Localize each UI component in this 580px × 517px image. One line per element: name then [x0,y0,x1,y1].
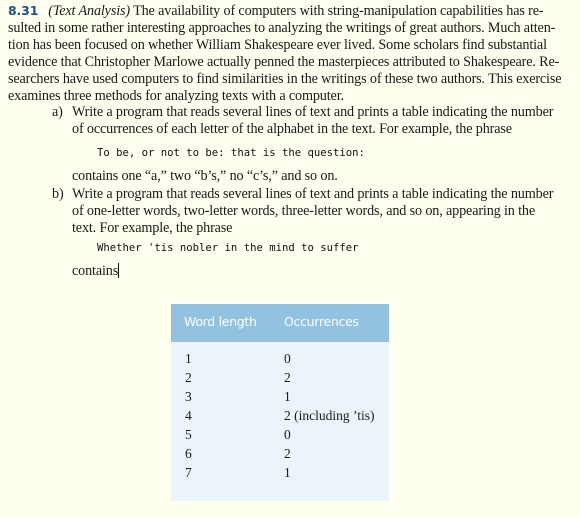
part-a-line: Write a program that reads several lines… [72,104,554,120]
cell-word-length: 1 [185,351,192,366]
intro-line: evidence that Christopher Marlowe actual… [8,54,560,70]
part-b-line: of one-letter words, two-letter words, t… [72,203,536,219]
part-b-line: Write a program that reads several lines… [72,186,554,202]
cell-occurrences: 2 (including ’tis) [284,408,375,423]
cell-occurrences: 0 [284,351,291,366]
cell-occurrences: 1 [284,389,291,404]
cell-occurrences: 0 [284,427,291,442]
exercise-title: (Text Analysis) [48,3,130,19]
table-row: 4 2 (including ’tis) [171,408,389,427]
header-word-length: Word length [184,314,257,329]
word-length-table: Word length Occurrences 1 0 2 2 3 1 4 2 … [171,304,389,501]
intro-line: tion has been focused on whether William… [8,37,547,53]
part-a-after-text: contains one “a,” two “b’s,” no “c’s,” a… [72,168,338,184]
cell-word-length: 7 [185,465,192,480]
exercise-intro: 8.31 (Text Analysis) The availability of … [8,2,566,105]
cell-word-length: 5 [185,427,192,442]
intro-text: The availability of computers with strin… [133,3,544,19]
part-b-text: Write a program that reads several lines… [72,186,560,237]
table-row: 3 1 [171,389,389,408]
table-row: 2 2 [171,370,389,389]
table-row: 6 2 [171,446,389,465]
table-row: 5 0 [171,427,389,446]
cell-word-length: 3 [185,389,192,404]
part-b-code-example: Whether 'tis nobler in the mind to suffe… [97,242,359,254]
header-occurrences: Occurrences [284,314,359,329]
intro-line: examines three methods for analyzing tex… [8,88,344,104]
part-a-code-example: To be, or not to be: that is the questio… [97,147,365,159]
part-a-text: Write a program that reads several lines… [72,104,560,138]
table-header: Word length Occurrences [171,304,389,342]
intro-line: sulted in some rather interesting approa… [8,20,556,36]
part-b-marker: b) [52,186,64,202]
cell-occurrences: 1 [284,465,291,480]
cell-word-length: 4 [185,408,192,423]
table-row: 7 1 [171,465,389,484]
part-a-line: of occurrences of each letter of the alp… [72,121,512,137]
cell-word-length: 2 [185,370,192,385]
cell-word-length: 6 [185,446,192,461]
part-a-marker: a) [52,104,63,120]
cell-occurrences: 2 [284,370,291,385]
cell-occurrences: 2 [284,446,291,461]
text-cursor [118,263,120,278]
intro-line: 8.31 (Text Analysis) The availability of … [8,2,566,20]
part-b-after-word: contains [72,263,119,279]
part-b-line: text. For example, the phrase [72,220,233,236]
table-row: 1 0 [171,351,389,370]
part-b-after-text[interactable]: contains [72,263,120,280]
intro-line: searchers have used computers to find si… [8,71,562,87]
exercise-number: 8.31 [8,3,39,18]
